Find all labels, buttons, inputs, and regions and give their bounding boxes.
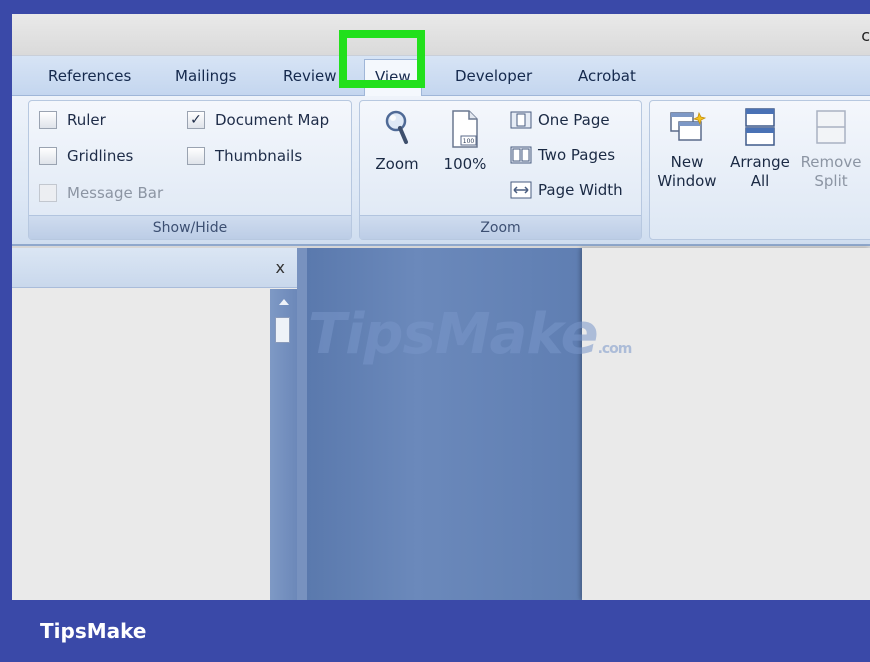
document-background <box>307 248 582 600</box>
page-width-icon <box>510 181 532 199</box>
remove-split-line1: Remove <box>800 153 862 171</box>
tab-mailings[interactable]: Mailings <box>175 67 236 85</box>
message-bar-label: Message Bar <box>67 184 164 202</box>
page-100-icon: 100 <box>452 110 478 148</box>
page-width-button[interactable]: Page Width <box>510 181 623 199</box>
remove-split-line2: Split <box>814 172 848 190</box>
document-map-header: x <box>12 248 297 288</box>
arrange-all-icon <box>745 108 775 146</box>
one-page-icon <box>510 111 532 129</box>
show-hide-group: Ruler Gridlines Message Bar ✓ Document M… <box>28 100 352 240</box>
gridlines-label: Gridlines <box>67 147 134 165</box>
footer-brand: TipsMake <box>40 619 147 643</box>
two-pages-button[interactable]: Two Pages <box>510 146 615 164</box>
new-window-icon <box>670 111 707 141</box>
search-icon <box>385 110 408 144</box>
tab-developer[interactable]: Developer <box>455 67 532 85</box>
message-bar-checkbox: Message Bar <box>39 184 163 202</box>
arrange-all-button[interactable]: Arrange All <box>724 107 796 191</box>
document-map-checkbox[interactable]: ✓ Document Map <box>187 111 329 129</box>
page-width-label: Page Width <box>538 181 623 199</box>
ruler-label: Ruler <box>67 111 106 129</box>
tab-references[interactable]: References <box>48 67 131 85</box>
ruler-checkbox[interactable]: Ruler <box>39 111 106 129</box>
gridlines-checkbox-box[interactable] <box>39 147 57 165</box>
title-bar: c <box>12 14 870 56</box>
window-group: New Window Arrange All Remove Split <box>649 100 870 240</box>
thumbnails-checkbox-box[interactable] <box>187 147 205 165</box>
message-bar-checkbox-box <box>39 184 57 202</box>
new-window-button[interactable]: New Window <box>654 107 720 191</box>
document-map-checkbox-box[interactable]: ✓ <box>187 111 205 129</box>
document-map-content[interactable] <box>12 289 270 600</box>
thumbnails-checkbox[interactable]: Thumbnails <box>187 147 302 165</box>
zoom-100-button[interactable]: 100 100% <box>440 109 490 174</box>
show-hide-group-label: Show/Hide <box>29 215 351 239</box>
pane-splitter[interactable] <box>297 248 307 600</box>
tab-acrobat[interactable]: Acrobat <box>578 67 636 85</box>
new-window-line2: Window <box>657 172 717 190</box>
zoom-group-label: Zoom <box>360 215 641 239</box>
two-pages-label: Two Pages <box>538 146 616 164</box>
tab-view[interactable]: View <box>364 59 422 97</box>
tab-review[interactable]: Review <box>283 67 337 85</box>
scroll-up-arrow-icon[interactable] <box>279 299 289 305</box>
document-map-scrollbar[interactable] <box>270 289 297 600</box>
window-title: c <box>861 26 870 45</box>
svg-text:100: 100 <box>463 138 475 145</box>
zoom-group: Zoom 100 100% One Page Two Pages Page Wi… <box>359 100 642 240</box>
arrange-all-line2: All <box>750 172 770 190</box>
close-icon[interactable]: x <box>276 258 285 277</box>
scroll-thumb[interactable] <box>275 317 290 343</box>
one-page-label: One Page <box>538 111 610 129</box>
remove-split-icon <box>816 110 846 144</box>
remove-split-button: Remove Split <box>798 107 864 191</box>
ribbon-tab-strip: References Mailings Review View Develope… <box>12 56 870 97</box>
zoom-button[interactable]: Zoom <box>372 109 422 174</box>
gridlines-checkbox[interactable]: Gridlines <box>39 147 133 165</box>
new-window-line1: New <box>670 153 704 171</box>
word-window: c References Mailings Review View Develo… <box>12 14 870 600</box>
zoom-label: Zoom <box>375 155 419 173</box>
document-map-pane: x <box>12 248 297 600</box>
zoom-100-label: 100% <box>443 155 487 173</box>
document-page[interactable] <box>582 248 870 600</box>
one-page-button[interactable]: One Page <box>510 111 610 129</box>
ribbon-view: Ruler Gridlines Message Bar ✓ Document M… <box>12 96 870 246</box>
ruler-checkbox-box[interactable] <box>39 111 57 129</box>
two-pages-icon <box>510 146 532 164</box>
thumbnails-label: Thumbnails <box>215 147 303 165</box>
document-map-label: Document Map <box>215 111 330 129</box>
arrange-all-line1: Arrange <box>730 153 790 171</box>
